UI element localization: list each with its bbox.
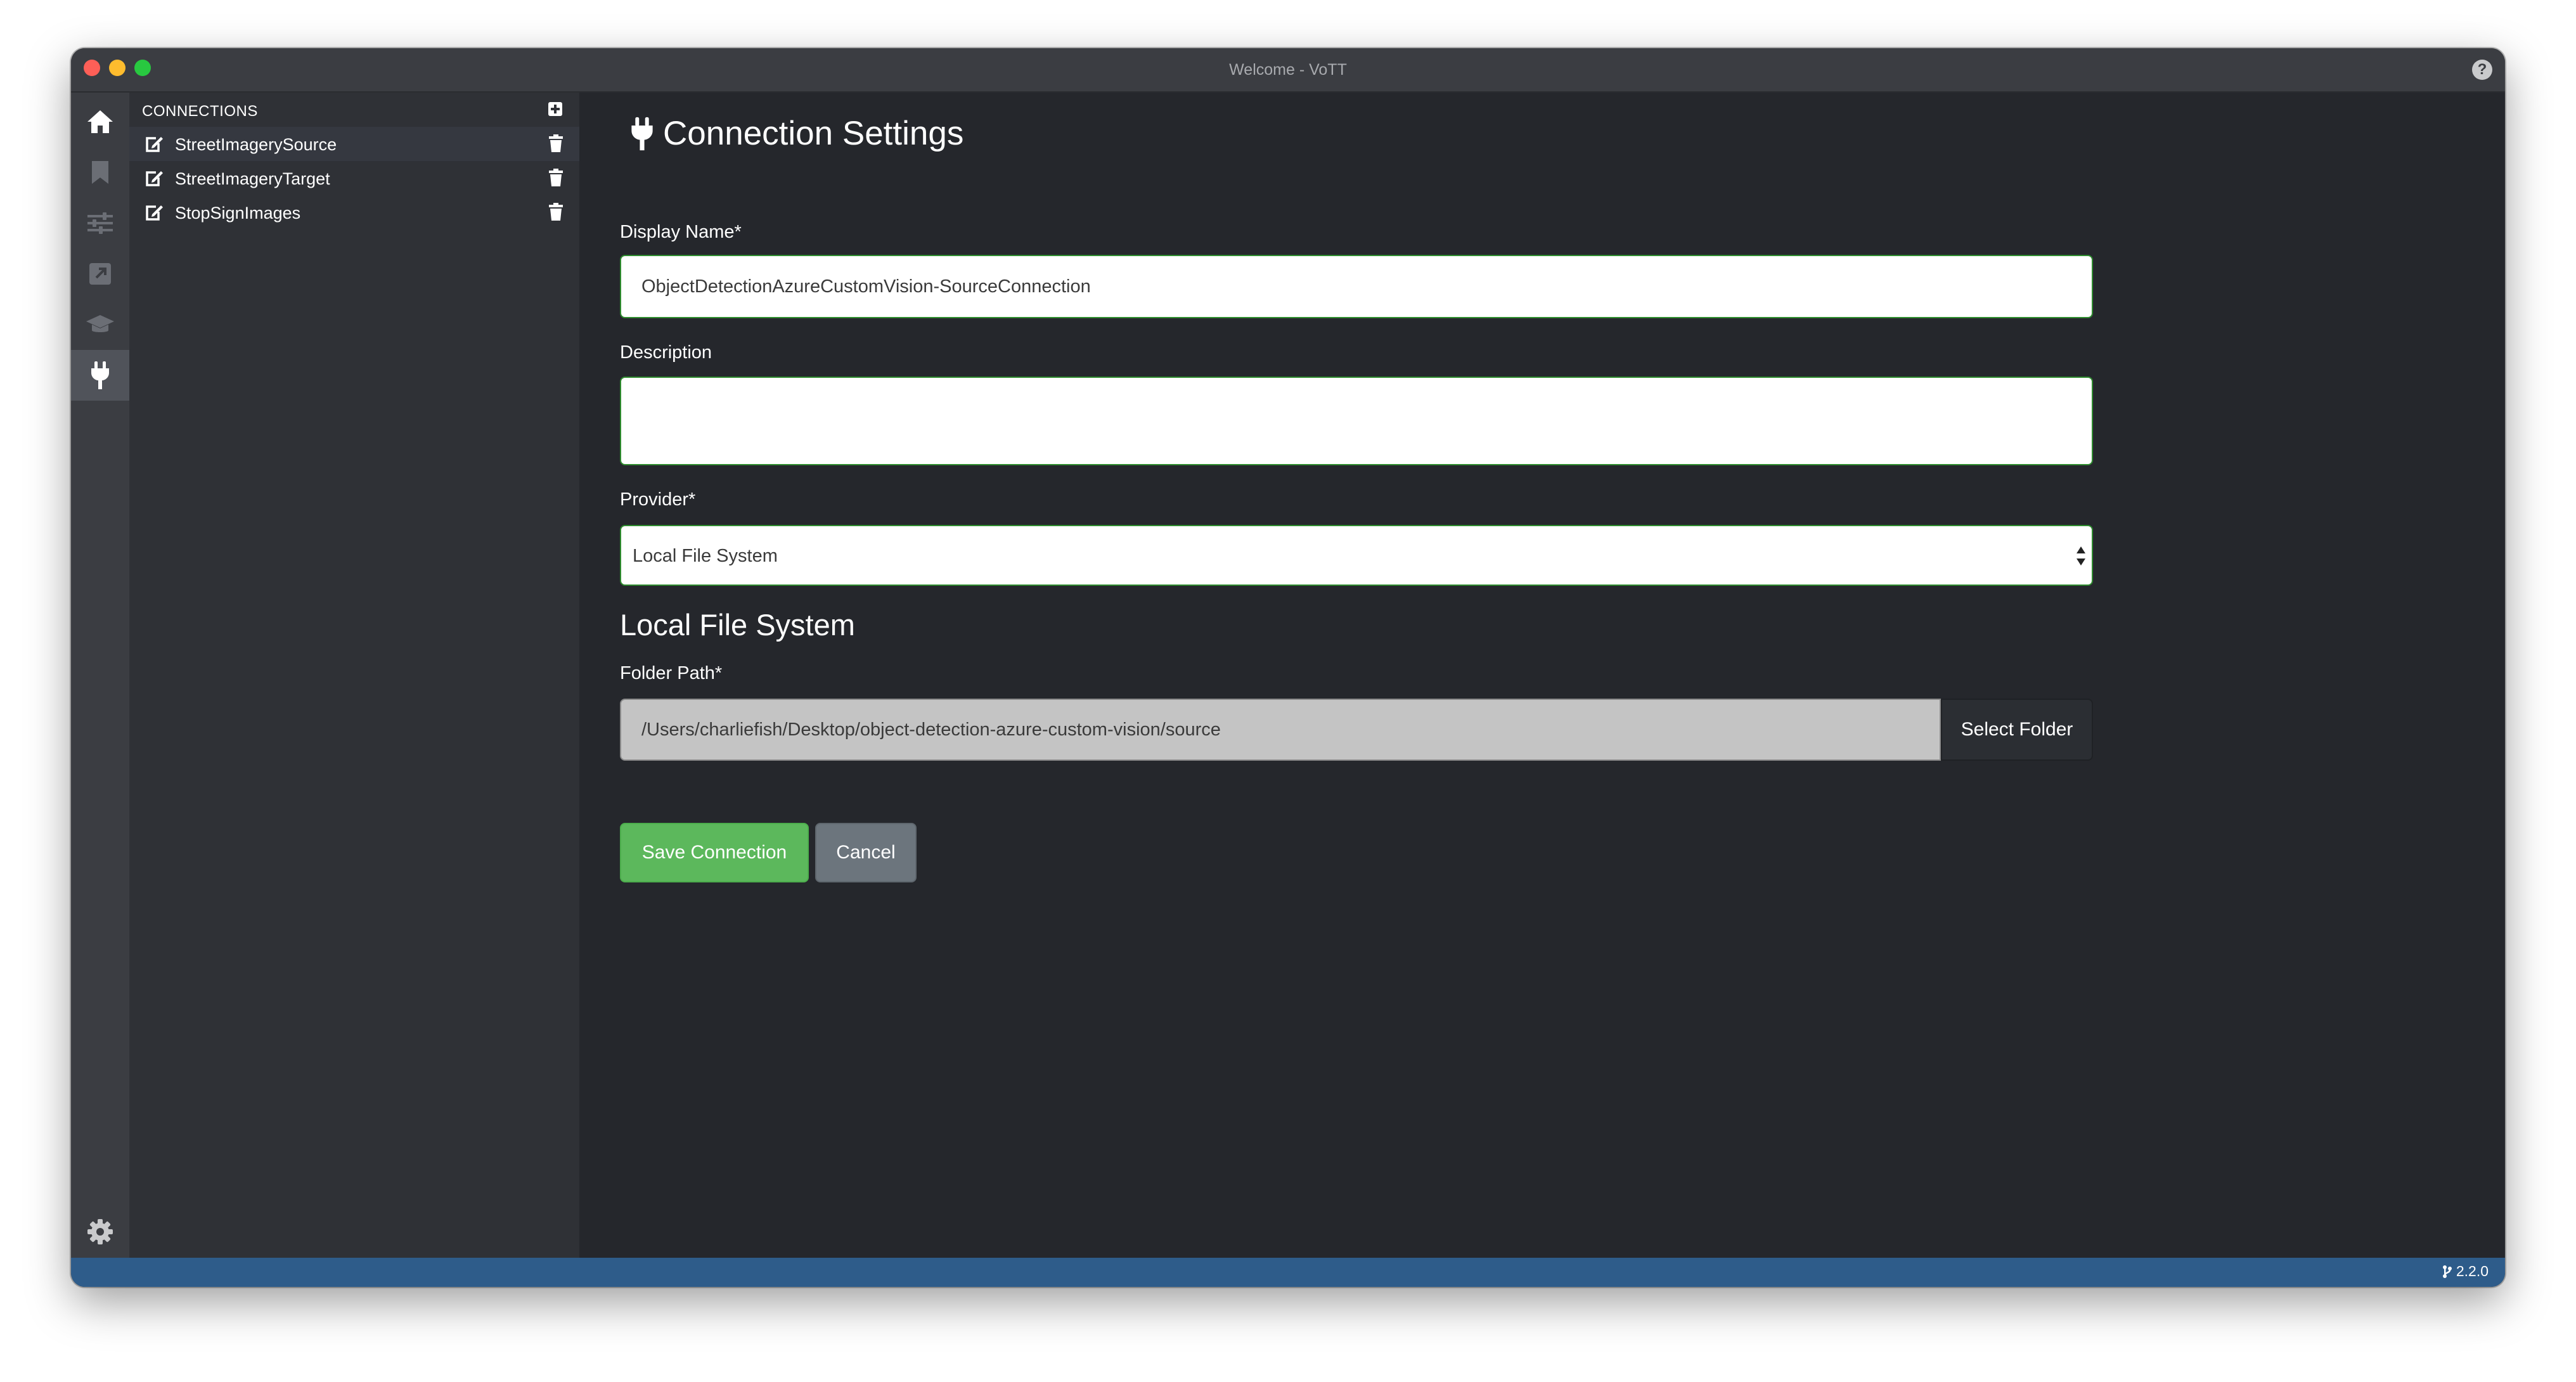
connections-header: CONNECTIONS xyxy=(129,93,579,127)
connection-item-stopsignimages[interactable]: StopSignImages xyxy=(129,195,579,229)
nav-app-settings[interactable] xyxy=(87,1219,113,1248)
icon-navbar xyxy=(71,93,129,1258)
display-name-input[interactable] xyxy=(620,255,2093,318)
trash-icon[interactable] xyxy=(549,203,563,221)
code-branch-icon xyxy=(2442,1265,2452,1278)
question-circle-icon[interactable]: ? xyxy=(2472,60,2492,80)
folder-path-input[interactable] xyxy=(620,699,1941,761)
connections-sidebar: CONNECTIONS StreetImagerySource StreetIm… xyxy=(129,93,579,1258)
plug-icon xyxy=(91,361,109,389)
page-title-text: Connection Settings xyxy=(663,115,964,152)
external-link-icon xyxy=(89,263,111,285)
nav-connections[interactable] xyxy=(71,350,129,401)
provider-label: Provider* xyxy=(620,489,696,510)
nav-settings[interactable] xyxy=(71,198,129,249)
trash-icon[interactable] xyxy=(549,169,563,186)
description-label: Description xyxy=(620,342,712,363)
graduation-cap-icon xyxy=(86,315,114,332)
connection-item-streetimagerysource[interactable]: StreetImagerySource xyxy=(129,127,579,161)
nav-bookmark[interactable] xyxy=(71,147,129,198)
gear-icon xyxy=(87,1219,113,1244)
connection-item-label: StreetImageryTarget xyxy=(175,169,330,188)
trash-icon[interactable] xyxy=(549,134,563,152)
edit-icon[interactable] xyxy=(145,136,164,153)
select-folder-button[interactable]: Select Folder xyxy=(1941,699,2093,761)
app-window: Welcome - VoTT ? CONNECTIONS StreetImage… xyxy=(71,48,2505,1287)
description-textarea[interactable] xyxy=(620,377,2093,465)
connection-item-label: StreetImagerySource xyxy=(175,135,337,154)
page-title: Connection Settings xyxy=(630,114,963,153)
connections-header-label: CONNECTIONS xyxy=(142,103,258,120)
select-arrows-icon xyxy=(2077,546,2085,565)
nav-active-learning[interactable] xyxy=(71,299,129,350)
cancel-button[interactable]: Cancel xyxy=(815,823,917,882)
version-info: 2.2.0 xyxy=(2442,1263,2489,1280)
plus-square-icon[interactable] xyxy=(548,101,563,117)
folder-path-label: Folder Path* xyxy=(620,663,723,683)
bookmark-icon xyxy=(92,161,108,184)
connection-settings-panel: Connection Settings Display Name* Descri… xyxy=(579,93,2505,1258)
provider-section-title: Local File System xyxy=(620,608,855,642)
display-name-label: Display Name* xyxy=(620,222,742,242)
nav-export[interactable] xyxy=(71,249,129,299)
sliders-icon xyxy=(87,212,113,234)
title-bar: Welcome - VoTT ? xyxy=(71,48,2505,93)
provider-select-value: Local File System xyxy=(633,546,778,566)
connection-item-label: StopSignImages xyxy=(175,203,301,223)
plug-icon xyxy=(631,117,653,150)
nav-home[interactable] xyxy=(71,96,129,147)
edit-icon[interactable] xyxy=(145,204,164,222)
provider-select[interactable]: Local File System xyxy=(620,525,2093,586)
window-title: Welcome - VoTT xyxy=(1229,61,1347,79)
save-connection-button[interactable]: Save Connection xyxy=(620,823,809,882)
status-bar: 2.2.0 xyxy=(71,1258,2505,1287)
edit-icon[interactable] xyxy=(145,170,164,188)
home-icon xyxy=(87,110,113,133)
version-text: 2.2.0 xyxy=(2456,1263,2489,1279)
connection-item-streetimagerytarget[interactable]: StreetImageryTarget xyxy=(129,161,579,195)
